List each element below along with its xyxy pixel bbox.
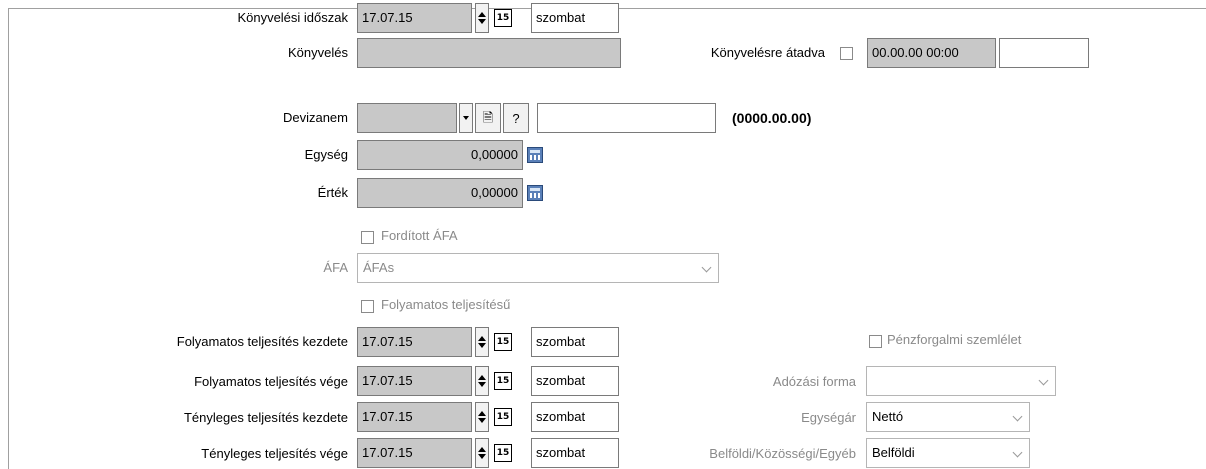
chevron-down-icon: [1012, 447, 1023, 458]
folyamatos-teljesitesu-checkbox[interactable]: [361, 300, 374, 313]
calendar-icon[interactable]: 15: [494, 372, 512, 390]
konyvelesre-atadva-checkbox[interactable]: [840, 47, 853, 60]
label-adozasi-forma: Adózási forma: [772, 374, 856, 389]
calendar-icon[interactable]: 15: [494, 444, 512, 462]
afa-selected-value: ÁFAs: [363, 260, 395, 275]
chevron-down-icon: [1038, 375, 1049, 386]
folyamatos-kezdete-day: szombat: [531, 327, 619, 357]
konyvelesi-idoszak-day: szombat: [531, 3, 619, 33]
label-konyvelesi-idoszak: Könyvelési időszak: [237, 10, 348, 25]
label-folyamatos-vege: Folyamatos teljesítés vége: [194, 374, 348, 389]
label-ertek: Érték: [317, 185, 348, 200]
label-egyseg: Egység: [304, 147, 348, 162]
chevron-down-icon: [701, 262, 712, 273]
calculator-icon[interactable]: [527, 147, 543, 163]
belfoldi-selected-value: Belföldi: [872, 445, 915, 460]
document-icon: 🗎: [482, 110, 494, 125]
label-egysegar: Egységár: [801, 410, 856, 425]
calendar-icon[interactable]: 15: [494, 408, 512, 426]
devizanem-text-input[interactable]: [537, 103, 716, 133]
label-tenyleges-kezdete: Tényleges teljesítés kezdete: [183, 410, 348, 425]
atadva-extra-input[interactable]: [999, 38, 1089, 68]
penzforgalmi-label: Pénzforgalmi szemlélet: [887, 332, 1022, 347]
chevron-down-icon: [1012, 411, 1023, 422]
label-folyamatos-kezdete: Folyamatos teljesítés kezdete: [176, 334, 348, 349]
label-belfoldi-kozossegi: Belföldi/Közösségi/Egyéb: [709, 446, 856, 461]
devizanem-help-button[interactable]: ?: [503, 103, 529, 133]
egyseg-input[interactable]: 0,00000: [357, 140, 523, 170]
devizanem-doc-button[interactable]: 🗎: [475, 103, 501, 133]
konyvelesi-idoszak-spinner[interactable]: [475, 3, 489, 33]
help-icon: ?: [512, 110, 520, 126]
devizanem-dropdown-button[interactable]: [459, 103, 473, 133]
konyvelesi-idoszak-date-input[interactable]: 17.07.15: [357, 3, 472, 33]
tenyleges-vege-spinner[interactable]: [475, 438, 489, 468]
folyamatos-kezdete-spinner[interactable]: [475, 327, 489, 357]
label-konyveles: Könyvelés: [288, 45, 348, 60]
belfoldi-select[interactable]: Belföldi: [866, 438, 1030, 468]
frame-left-border: [8, 8, 9, 469]
folyamatos-teljesitesu-label: Folyamatos teljesítésű: [381, 297, 511, 312]
tenyleges-kezdete-spinner[interactable]: [475, 402, 489, 432]
label-tenyleges-vege: Tényleges teljesítés vége: [201, 446, 348, 461]
calendar-icon[interactable]: 15: [494, 9, 512, 27]
egysegar-selected-value: Nettó: [872, 409, 904, 424]
atadva-datetime-input[interactable]: 00.00.00 00:00: [867, 38, 996, 68]
forditott-afa-checkbox[interactable]: [361, 231, 374, 244]
tenyleges-kezdete-date-input[interactable]: 17.07.15: [357, 402, 472, 432]
folyamatos-kezdete-date-input[interactable]: 17.07.15: [357, 327, 472, 357]
ertek-input[interactable]: 0,00000: [357, 178, 523, 208]
folyamatos-vege-day: szombat: [531, 366, 619, 396]
devizanem-input[interactable]: [357, 103, 457, 133]
label-devizanem: Devizanem: [282, 110, 348, 125]
calculator-icon[interactable]: [527, 185, 543, 201]
chevron-down-icon: [463, 116, 469, 120]
label-afa: ÁFA: [323, 260, 348, 275]
adozasi-forma-select[interactable]: [866, 366, 1056, 396]
tenyleges-kezdete-day: szombat: [531, 402, 619, 432]
afa-select[interactable]: ÁFAs: [357, 253, 719, 283]
devizanem-date: (0000.00.00): [732, 110, 812, 126]
penzforgalmi-checkbox[interactable]: [869, 335, 882, 348]
tenyleges-vege-date-input[interactable]: 17.07.15: [357, 438, 472, 468]
folyamatos-vege-spinner[interactable]: [475, 366, 489, 396]
label-konyvelesre-atadva: Könyvelésre átadva: [710, 45, 825, 60]
forditott-afa-label: Fordított ÁFA: [381, 228, 458, 243]
calendar-icon[interactable]: 15: [494, 333, 512, 351]
tenyleges-vege-day: szombat: [531, 438, 619, 468]
folyamatos-vege-date-input[interactable]: 17.07.15: [357, 366, 472, 396]
konyveles-input[interactable]: [357, 38, 621, 68]
egysegar-select[interactable]: Nettó: [866, 402, 1030, 432]
